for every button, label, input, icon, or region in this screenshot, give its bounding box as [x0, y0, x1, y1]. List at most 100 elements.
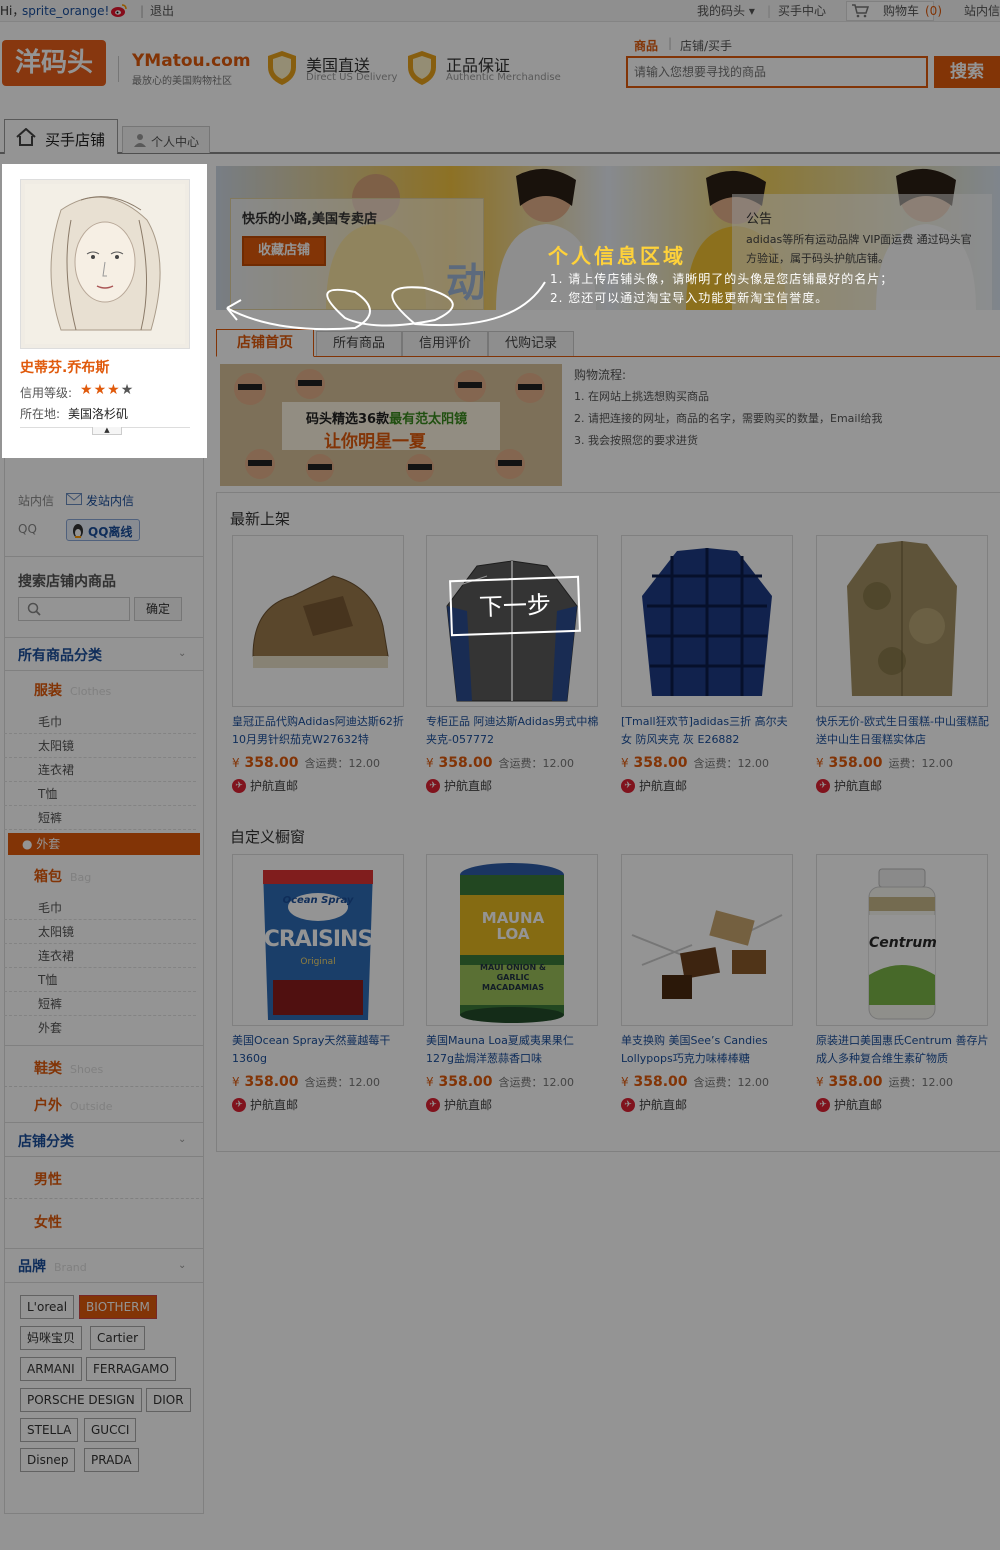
product-image[interactable]: [621, 535, 793, 707]
next-step-button[interactable]: 下一步: [449, 575, 581, 637]
category-outdoor[interactable]: 户外 Outside: [34, 1095, 112, 1115]
cart-icon: [851, 4, 870, 21]
product-card[interactable]: [Tmall狂欢节]adidas三折 高尔夫 女 防风夹克 灰 E26882 ¥…: [621, 535, 795, 794]
magnifier-icon: [27, 602, 41, 619]
product-price: ¥ 358.00 含运费：12.00: [621, 1074, 770, 1090]
product-image[interactable]: Centrum: [816, 854, 988, 1026]
store-avatar[interactable]: [20, 179, 190, 349]
qq-status-button[interactable]: QQ离线: [66, 519, 140, 541]
search-tab-goods[interactable]: 商品: [634, 37, 658, 54]
product-image[interactable]: Ocean Spray CRAISINS Original: [232, 854, 404, 1026]
brand-tag-active[interactable]: BIOTHERM: [79, 1295, 157, 1319]
product-card[interactable]: 快乐无价-欧式生日蛋糕-中山蛋糕配送中山生日蛋糕实体店 ¥ 358.00 运费：1…: [816, 535, 990, 794]
subcategory-item[interactable]: T恤: [4, 968, 196, 992]
process-step: 1. 在网站上挑选想购买商品: [574, 390, 709, 403]
my-matou-menu[interactable]: 我的码头 ▾: [697, 4, 755, 18]
subcategory-item[interactable]: 连衣裙: [4, 944, 196, 968]
product-card[interactable]: 单支换购 美国See’s Candies Lollypops巧克力味棒棒糖 ¥ …: [621, 854, 795, 1113]
qq-label: QQ: [18, 522, 37, 536]
brand-tag[interactable]: DIOR: [146, 1388, 191, 1412]
product-title[interactable]: 单支换购 美国See’s Candies Lollypops巧克力味棒棒糖: [621, 1032, 795, 1070]
category-bag[interactable]: 箱包 Bag: [34, 866, 91, 886]
brand-tag[interactable]: FERRAGAMO: [86, 1357, 176, 1381]
store-categories-title[interactable]: 店铺分类: [18, 1131, 74, 1151]
product-title[interactable]: 快乐无价-欧式生日蛋糕-中山蛋糕配送中山生日蛋糕实体店: [816, 713, 990, 751]
subcategory-item[interactable]: 连衣裙: [4, 758, 196, 782]
subcategory-item[interactable]: 太阳镜: [4, 734, 196, 758]
product-price: ¥ 358.00 运费：12.00: [816, 1074, 954, 1090]
product-image[interactable]: [232, 535, 404, 707]
store-category-female[interactable]: 女性: [34, 1212, 62, 1232]
product-title[interactable]: [Tmall狂欢节]adidas三折 高尔夫 女 防风夹克 灰 E26882: [621, 713, 795, 751]
product-card[interactable]: Centrum 原装进口美国惠氏Centrum 善存片 成人多种复合维生素矿物质…: [816, 854, 990, 1113]
store-owner-name[interactable]: 史蒂芬.乔布斯: [20, 357, 109, 377]
brand-tag[interactable]: GUCCI: [84, 1418, 137, 1442]
product-card[interactable]: Ocean Spray CRAISINS Original 美国Ocean Sp…: [232, 854, 406, 1113]
logout-link[interactable]: 退出: [150, 4, 174, 18]
store-search-input[interactable]: [18, 597, 130, 621]
category-shoes[interactable]: 鞋类 Shoes: [34, 1058, 103, 1078]
tab-buyer-store[interactable]: 买手店铺: [4, 119, 118, 154]
search-input[interactable]: [626, 56, 928, 88]
subcategory-item[interactable]: T恤: [4, 782, 196, 806]
logo-slogan: 最放心的美国购物社区: [132, 76, 232, 87]
greeting: Hi，: [0, 4, 25, 18]
cart-count: (0): [925, 4, 942, 18]
product-price: ¥ 358.00 含运费：12.00: [426, 1074, 575, 1090]
store-category-male[interactable]: 男性: [34, 1169, 62, 1189]
subcategory-item[interactable]: 太阳镜: [4, 920, 196, 944]
chevron-down-icon[interactable]: ⌄: [178, 1134, 186, 1145]
subcategory-item-active[interactable]: ● 外套: [8, 833, 200, 855]
new-arrivals-title: 最新上架: [230, 510, 291, 528]
collapse-toggle-icon[interactable]: ▲: [92, 427, 122, 435]
category-clothes[interactable]: 服装 Clothes: [34, 680, 111, 700]
credit-label: 信用等级:: [20, 386, 73, 400]
send-message-link[interactable]: 发站内信: [86, 492, 134, 509]
subcategory-item[interactable]: 短裤: [4, 992, 196, 1016]
chevron-down-icon[interactable]: ⌄: [178, 1260, 186, 1271]
brand-tag[interactable]: ARMANI: [20, 1357, 82, 1381]
username-link[interactable]: sprite_orange!: [22, 4, 109, 18]
buyer-center-link[interactable]: 买手中心: [778, 4, 826, 18]
product-title[interactable]: 美国Mauna Loa夏威夷果果仁127g盐焗洋葱蒜香口味: [426, 1032, 600, 1070]
subcategory-item[interactable]: 外套: [4, 1016, 196, 1040]
store-search-button[interactable]: 确定: [134, 597, 182, 621]
product-card[interactable]: 专柜正品 阿迪达斯Adidas男式中棉夹克-057772 ¥ 358.00 含运费…: [426, 535, 600, 794]
weibo-icon[interactable]: [110, 3, 128, 17]
product-image[interactable]: MAUNA LOA MAUI ONION & GARLIC MACADAMIAS: [426, 854, 598, 1026]
brand-tag[interactable]: PRADA: [84, 1448, 139, 1472]
subcategory-item[interactable]: 短裤: [4, 806, 196, 830]
star-icon: ★: [120, 382, 135, 398]
site-message-link[interactable]: 站内信: [964, 4, 1000, 18]
logo[interactable]: 洋码头: [2, 34, 106, 90]
brand-tag[interactable]: 妈咪宝贝: [20, 1326, 83, 1350]
cart-button[interactable]: 购物车 (0): [846, 1, 942, 21]
notice-text: adidas等所有运动品牌 VIP面运费 通过码头官方验证，属于码头护航店铺。: [746, 233, 972, 265]
search-tab-store[interactable]: 店铺/买手: [680, 37, 732, 54]
subcategory-item[interactable]: 毛巾: [4, 710, 196, 734]
product-title[interactable]: 皇冠正品代购Adidas阿迪达斯62折10月男针织茄克W27632特: [232, 713, 406, 751]
brand-tag[interactable]: L'oreal: [20, 1295, 75, 1319]
tab-personal-center[interactable]: 个人中心: [122, 126, 210, 153]
package-label: MAUNA LOA: [481, 909, 545, 943]
qq-status-label: QQ离线: [88, 525, 133, 539]
brand-tag[interactable]: Cartier: [90, 1326, 146, 1350]
chevron-down-icon[interactable]: ⌄: [178, 648, 186, 659]
subcategory-item[interactable]: 毛巾: [4, 896, 196, 920]
product-card[interactable]: MAUNA LOA MAUI ONION & GARLIC MACADAMIAS…: [426, 854, 600, 1113]
airplane-icon: ✈: [232, 1097, 246, 1112]
product-card[interactable]: 皇冠正品代购Adidas阿迪达斯62折10月男针织茄克W27632特 ¥ 358…: [232, 535, 406, 794]
brand-tag[interactable]: STELLA: [20, 1418, 79, 1442]
product-image[interactable]: [816, 535, 988, 707]
search-button[interactable]: 搜索: [934, 56, 1000, 88]
product-title[interactable]: 原装进口美国惠氏Centrum 善存片 成人多种复合维生素矿物质: [816, 1032, 990, 1070]
product-title[interactable]: 美国Ocean Spray天然蔓越莓干1360g: [232, 1032, 406, 1070]
star-icon: ★: [93, 382, 108, 398]
promo-banner[interactable]: 码头精选36款最有范太阳镜 让你明星一夏: [220, 364, 562, 486]
all-categories-title[interactable]: 所有商品分类: [18, 645, 102, 665]
brand-tag[interactable]: Disnep: [20, 1448, 76, 1472]
brand-tag[interactable]: PORSCHE DESIGN: [20, 1388, 142, 1412]
store-title: 快乐的小路,美国专卖店: [242, 212, 377, 227]
product-title[interactable]: 专柜正品 阿迪达斯Adidas男式中棉夹克-057772: [426, 713, 600, 751]
product-image[interactable]: [621, 854, 793, 1026]
